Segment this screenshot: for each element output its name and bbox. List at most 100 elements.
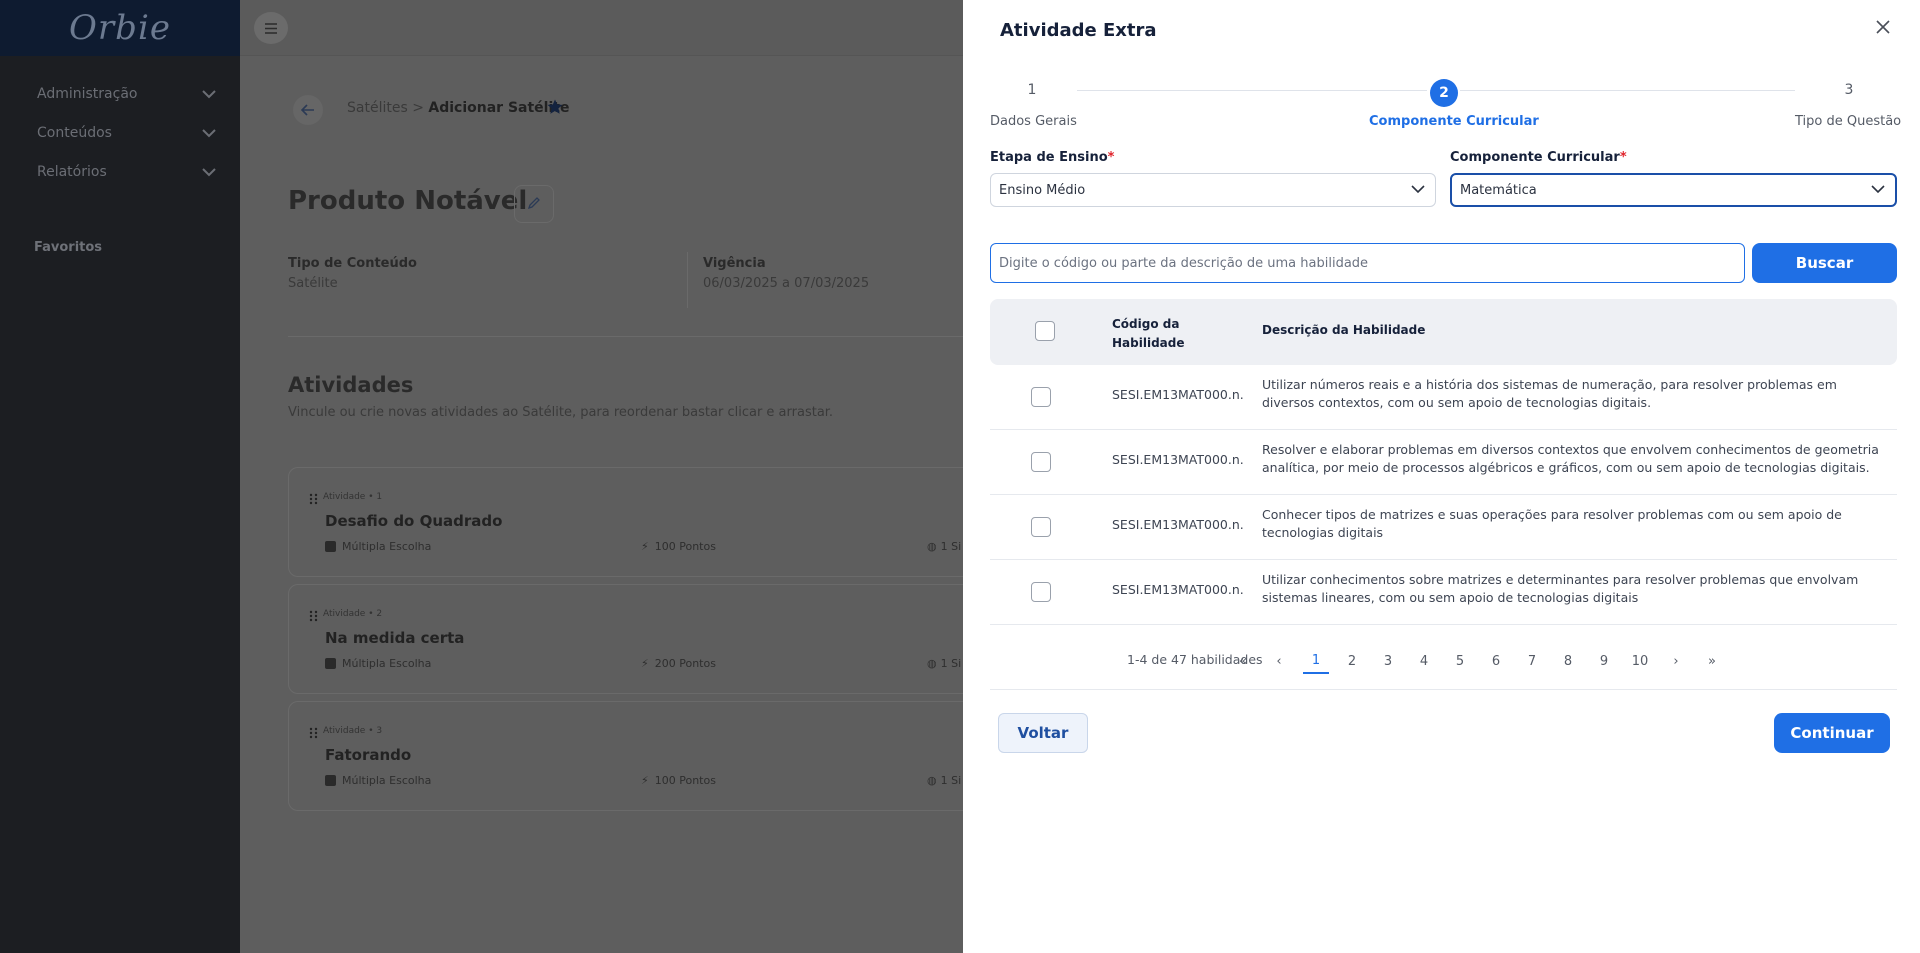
etapa-label: Etapa de Ensino* <box>990 150 1115 165</box>
required-mark: * <box>1619 150 1627 165</box>
activity-type: Múltipla Escolha <box>325 657 431 670</box>
divider <box>687 252 688 308</box>
step-3-number: 3 <box>1844 82 1854 98</box>
sidebar-item-label: Conteúdos <box>37 125 112 141</box>
drag-handle-icon[interactable] <box>309 607 319 622</box>
activity-title: Fatorando <box>325 746 412 764</box>
lightning-icon: ⚡ <box>641 657 649 670</box>
step-3-label: Tipo de Questão <box>1795 114 1902 129</box>
favorites-heading: Favoritos <box>34 240 103 255</box>
chevron-down-icon <box>1871 183 1885 198</box>
activity-type: Múltipla Escolha <box>325 540 431 553</box>
page-button-2[interactable]: 2 <box>1339 648 1365 674</box>
row-code: SESI.EM13MAT000.n. <box>1112 387 1244 402</box>
drag-handle-icon[interactable] <box>309 490 319 505</box>
continue-button[interactable]: Continuar <box>1774 713 1890 753</box>
componente-select[interactable]: Matemática <box>1450 173 1897 207</box>
menu-toggle-button[interactable] <box>254 12 288 44</box>
arrow-left-icon <box>300 101 315 120</box>
page-button-6[interactable]: 6 <box>1483 648 1509 674</box>
page-title: Produto Notável <box>288 186 528 216</box>
star-icon[interactable] <box>546 98 564 120</box>
required-mark: * <box>1107 150 1115 165</box>
row-checkbox[interactable] <box>1031 517 1051 537</box>
lightning-icon: ⚡ <box>641 540 649 553</box>
prev-page-button[interactable]: ‹ <box>1266 648 1292 674</box>
activity-card[interactable]: Atividade • 1 Desafio do Quadrado Múltip… <box>288 467 1008 577</box>
stepper-line <box>1077 90 1427 91</box>
row-checkbox[interactable] <box>1031 452 1051 472</box>
breadcrumb-parent[interactable]: Satélites <box>347 100 408 116</box>
lightning-icon: ⚡ <box>641 774 649 787</box>
step-1-number: 1 <box>1027 82 1037 98</box>
page-button-9[interactable]: 9 <box>1591 648 1617 674</box>
activity-card[interactable]: Atividade • 3 Fatorando Múltipla Escolha… <box>288 701 1008 811</box>
row-description: Utilizar conhecimentos sobre matrizes e … <box>1262 572 1859 605</box>
chevron-down-icon <box>201 164 217 180</box>
componente-select-value: Matemática <box>1460 182 1537 198</box>
page-button-10[interactable]: 10 <box>1627 648 1653 674</box>
etapa-select-value: Ensino Médio <box>999 182 1086 198</box>
step-1-label: Dados Gerais <box>990 114 1077 129</box>
last-page-button[interactable]: » <box>1699 648 1725 674</box>
breadcrumb: Satélites > Adicionar Satélite <box>347 100 569 116</box>
divider <box>288 336 988 337</box>
activity-satellite: ◍ 1 Si <box>927 657 962 670</box>
row-code: SESI.EM13MAT000.n. <box>1112 452 1244 467</box>
select-all-checkbox[interactable] <box>1035 321 1055 341</box>
activity-title: Desafio do Quadrado <box>325 512 503 530</box>
habilidade-search-input[interactable] <box>990 243 1745 283</box>
globe-icon: ◍ <box>927 657 937 670</box>
etapa-select[interactable]: Ensino Médio <box>990 173 1436 207</box>
table-row[interactable]: SESI.EM13MAT000.n. Utilizar conhecimento… <box>990 560 1897 625</box>
validity-value: 06/03/2025 a 07/03/2025 <box>703 276 870 291</box>
content-type-value: Satélite <box>288 276 338 291</box>
activity-points: ⚡ 200 Pontos <box>641 657 716 670</box>
chevron-down-icon <box>1411 183 1425 198</box>
sidebar-item-label: Administração <box>37 86 138 102</box>
activity-card[interactable]: Atividade • 2 Na medida certa Múltipla E… <box>288 584 1008 694</box>
table-header: Código da Habilidade Descrição da Habili… <box>990 299 1897 365</box>
sidebar-item-relatorios[interactable]: Relatórios <box>37 164 217 180</box>
sidebar-item-administracao[interactable]: Administração <box>37 86 217 102</box>
sidebar-item-label: Relatórios <box>37 164 107 180</box>
activity-tag: Atividade • 2 <box>323 609 383 619</box>
column-header-code: Código da Habilidade <box>1112 317 1185 350</box>
content-type-label: Tipo de Conteúdo <box>288 256 417 271</box>
step-2-indicator: 2 <box>1430 79 1458 107</box>
drag-handle-icon[interactable] <box>309 724 319 739</box>
close-button[interactable] <box>1871 16 1895 40</box>
checkbox-icon <box>325 658 336 669</box>
pencil-icon <box>527 195 541 214</box>
page-button-5[interactable]: 5 <box>1447 648 1473 674</box>
pagination: 1-4 de 47 habilidades « ‹ 1 2 3 4 5 6 7 … <box>990 640 1897 690</box>
edit-title-button[interactable] <box>514 185 554 223</box>
page-button-4[interactable]: 4 <box>1411 648 1437 674</box>
activity-title: Na medida certa <box>325 629 465 647</box>
page-button-3[interactable]: 3 <box>1375 648 1401 674</box>
activity-satellite: ◍ 1 Si <box>927 540 962 553</box>
next-page-button[interactable]: › <box>1663 648 1689 674</box>
hamburger-icon <box>264 19 278 38</box>
first-page-button[interactable]: « <box>1230 648 1256 674</box>
checkbox-icon <box>325 775 336 786</box>
page-button-1[interactable]: 1 <box>1303 648 1329 674</box>
search-button[interactable]: Buscar <box>1752 243 1897 283</box>
table-row[interactable]: SESI.EM13MAT000.n. Resolver e elaborar p… <box>990 430 1897 495</box>
row-description: Conhecer tipos de matrizes e suas operaç… <box>1262 507 1842 540</box>
validity-label: Vigência <box>703 256 766 271</box>
page-button-7[interactable]: 7 <box>1519 648 1545 674</box>
table-row[interactable]: SESI.EM13MAT000.n. Conhecer tipos de mat… <box>990 495 1897 560</box>
sidebar-item-conteudos[interactable]: Conteúdos <box>37 125 217 141</box>
step-2-label: Componente Curricular <box>1369 114 1539 129</box>
back-button[interactable]: Voltar <box>998 713 1088 753</box>
table-row[interactable]: SESI.EM13MAT000.n. Utilizar números reai… <box>990 365 1897 430</box>
breadcrumb-separator: > <box>412 100 424 116</box>
row-checkbox[interactable] <box>1031 387 1051 407</box>
row-checkbox[interactable] <box>1031 582 1051 602</box>
activity-tag: Atividade • 3 <box>323 726 383 736</box>
page-button-8[interactable]: 8 <box>1555 648 1581 674</box>
back-button[interactable] <box>293 95 323 125</box>
activities-subtitle: Vincule ou crie novas atividades ao Saté… <box>288 405 834 420</box>
checkbox-icon <box>325 541 336 552</box>
